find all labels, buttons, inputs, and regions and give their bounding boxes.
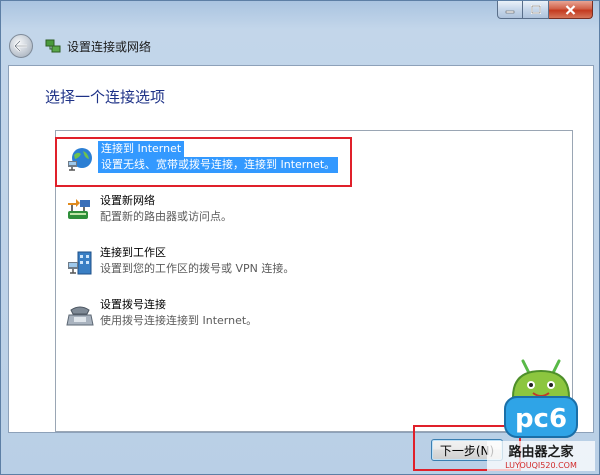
router-icon [68,199,90,219]
option-label: 设置新网络 [100,194,155,207]
workplace-icon [68,251,92,275]
option-description: 设置到您的工作区的拨号或 VPN 连接。 [100,262,295,275]
dialup-modem-icon [66,306,94,326]
maximize-button[interactable] [523,1,549,19]
caption-buttons [497,1,593,19]
pc6-watermark-logo: pc6 路由器之家 LUYOUQI520.COM [487,359,595,471]
close-button[interactable] [549,1,593,19]
network-setup-icon [45,39,61,53]
option-description: 配置新的路由器或访问点。 [100,210,232,223]
window-title: 设置连接或网络 [67,39,152,54]
back-arrow-icon [14,40,27,52]
option-label: 连接到工作区 [100,246,166,259]
svg-text:pc6: pc6 [515,404,567,434]
svg-text:路由器之家: 路由器之家 [508,444,574,460]
android-mascot-icon: pc6 [504,359,578,438]
option-description: 使用拨号连接连接到 Internet。 [100,314,258,327]
option-new-network[interactable]: 设置新网络 配置新的路由器或访问点。 [62,193,362,233]
minimize-button[interactable] [497,1,523,19]
back-button[interactable] [9,34,33,58]
dialog-window: 设置连接或网络 选择一个连接选项 连接到 Internet 设置无线、宽带或拨号… [0,0,600,475]
close-icon [565,4,576,15]
svg-text:LUYOUQI520.COM: LUYOUQI520.COM [505,461,577,470]
navigation-bar: 设置连接或网络 [9,31,589,61]
option-connect-workplace[interactable]: 连接到工作区 设置到您的工作区的拨号或 VPN 连接。 [62,245,362,285]
minimize-icon [505,10,515,13]
selection-highlight-box [55,137,352,187]
option-dialup-connection[interactable]: 设置拨号连接 使用拨号连接连接到 Internet。 [62,297,362,337]
maximize-icon [530,5,541,14]
option-label: 设置拨号连接 [100,298,166,311]
page-heading: 选择一个连接选项 [45,88,166,106]
